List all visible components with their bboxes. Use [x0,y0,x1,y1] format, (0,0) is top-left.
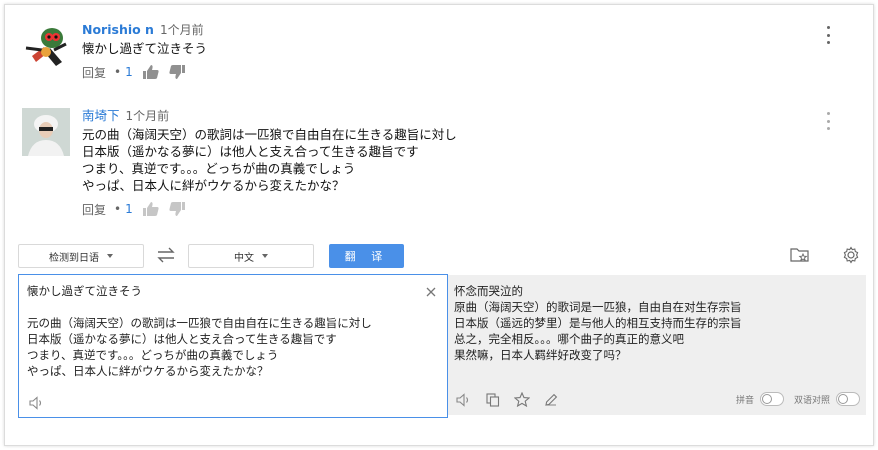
separator-dot: • [114,202,122,216]
chevron-down-icon [107,254,113,258]
more-options-icon[interactable] [826,26,830,44]
comment-author[interactable]: 南埼下 [82,108,120,123]
copy-icon[interactable] [486,392,500,407]
swap-languages-icon[interactable] [156,246,176,264]
avatar[interactable] [22,22,70,70]
target-language-select[interactable]: 中文 [188,244,314,268]
separator-dot: • [114,65,122,79]
thumb-up-icon[interactable] [142,65,159,79]
thumb-down-icon[interactable] [169,202,185,216]
like-count: 1 [125,202,133,216]
speaker-icon[interactable] [456,392,472,407]
target-language-label: 中文 [234,252,254,264]
comment-text: 懐かし過ぎて泣きそう [82,41,208,56]
comment-text: 元の曲（海阔天空）の歌詞は一匹狼で自由自在に生きる趣旨に対し 日本版（遥かなる夢… [82,127,457,193]
comment-author[interactable]: Norishio n [82,22,154,37]
favorites-folder-icon[interactable] [790,246,810,264]
pinyin-toggle[interactable] [759,392,784,406]
reply-button[interactable]: 回复 [82,64,106,81]
star-icon[interactable] [514,392,530,407]
thumb-up-icon[interactable] [142,202,159,216]
translator-toolbar: 检测到日语 中文 翻 译 [14,240,866,274]
more-options-icon[interactable] [826,112,830,130]
bilingual-label: 双语对照 [793,395,830,406]
gear-icon[interactable] [842,246,862,264]
edit-icon[interactable] [544,393,558,407]
reply-button[interactable]: 回复 [82,201,106,218]
translation-text: 怀念而哭泣的 原曲（海阔天空）的歌词是一匹狼，自由自在对生存宗旨 日本版（遥远的… [454,284,742,362]
comment-time[interactable]: 1个月前 [160,23,204,37]
translate-button[interactable]: 翻 译 [329,244,404,268]
avatar[interactable] [22,108,70,156]
bilingual-toggle[interactable] [836,392,860,406]
thumb-down-icon[interactable] [169,65,185,79]
source-text[interactable]: 懐かし過ぎて泣きそう 元の曲（海阔天空）の歌詞は一匹狼で自由自在に生きる趣旨に対… [27,283,372,379]
comment-time[interactable]: 1个月前 [126,109,170,123]
translation-output: 怀念而哭泣的 原曲（海阔天空）的歌词是一匹狼，自由自在对生存宗旨 日本版（遥远的… [448,275,866,415]
like-count: 1 [125,65,133,79]
source-text-area[interactable]: 懐かし過ぎて泣きそう 元の曲（海阔天空）の歌詞は一匹狼で自由自在に生きる趣旨に対… [18,274,448,418]
pinyin-label: 拼音 [735,395,754,406]
source-language-select[interactable]: 检测到日语 [18,244,144,268]
source-language-label: 检测到日语 [49,252,99,264]
close-icon[interactable] [425,283,437,297]
speaker-icon[interactable] [29,395,45,410]
chevron-down-icon [262,254,268,258]
